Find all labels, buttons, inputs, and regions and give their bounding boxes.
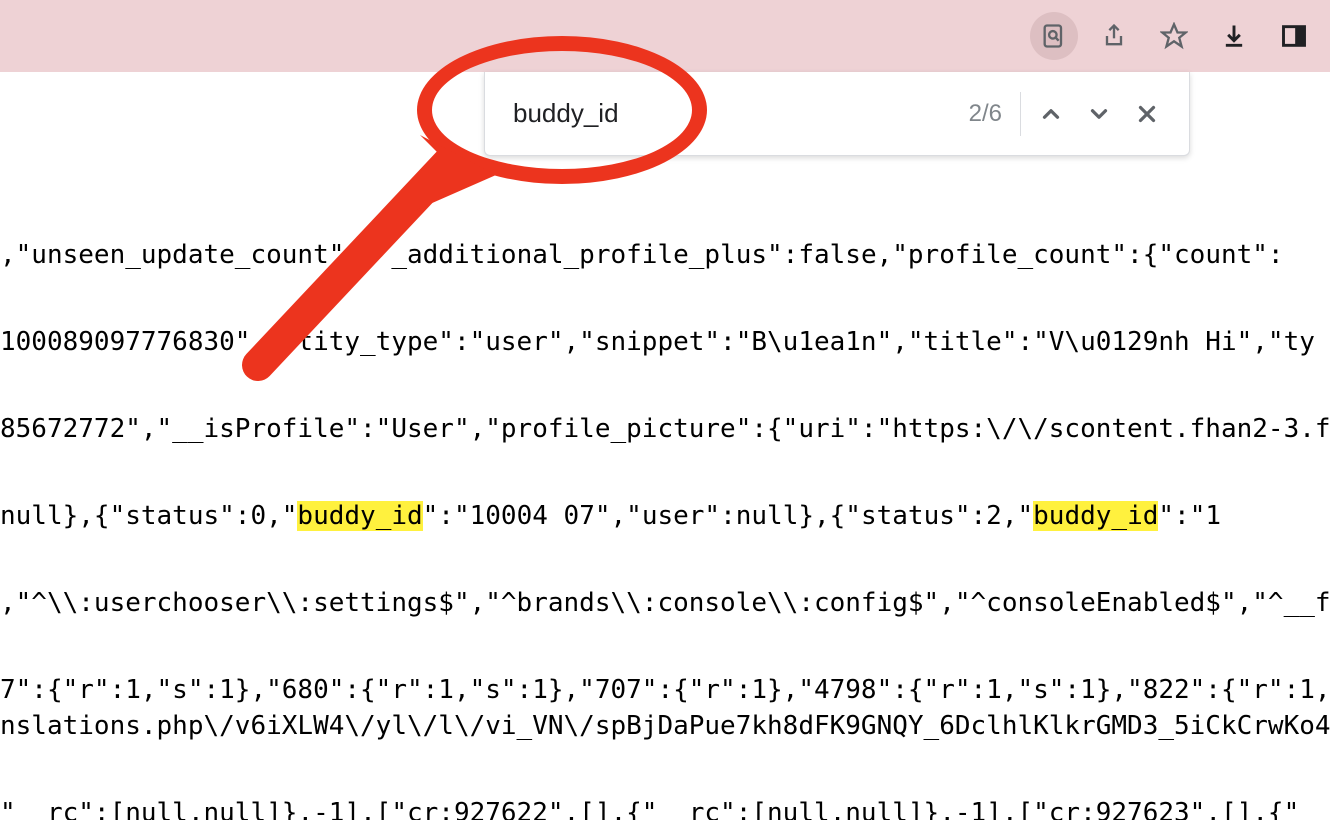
source-line: 85672772","__isProfile":"User","profile_… (0, 412, 1330, 447)
source-line: nslations.php\/v6iXLW4\/yl\/l\/vi_VN\/sp… (0, 709, 1330, 744)
download-icon[interactable] (1210, 12, 1258, 60)
find-match-highlight: buddy_id (297, 501, 422, 531)
page-source-content: ,"unseen_update_count":0 _additional_pro… (0, 72, 1330, 820)
source-line: 100089097776830"," tity_type":"user","sn… (0, 325, 1330, 360)
find-prev-button[interactable] (1027, 90, 1075, 138)
find-close-button[interactable] (1123, 90, 1171, 138)
find-match-highlight: buddy_id (1033, 501, 1158, 531)
divider (1020, 92, 1021, 136)
find-input[interactable] (503, 98, 969, 129)
find-match-count: 2/6 (969, 100, 1002, 128)
source-line: ,"^\\:userchooser\\:settings$","^brands\… (0, 586, 1330, 621)
find-next-button[interactable] (1075, 90, 1123, 138)
bookmark-star-icon[interactable] (1150, 12, 1198, 60)
find-in-page-bar: 2/6 (484, 72, 1190, 156)
browser-toolbar (0, 0, 1330, 72)
source-line: null},{"status":0,"buddy_id":"10004 07",… (0, 499, 1330, 534)
source-line: "__rc":[null,null]},-1],["cr:927622",[],… (0, 796, 1330, 820)
search-page-icon[interactable] (1030, 12, 1078, 60)
source-line: 7":{"r":1,"s":1},"680":{"r":1,"s":1},"70… (0, 673, 1330, 708)
source-line: ,"unseen_update_count":0 _additional_pro… (0, 238, 1330, 273)
panel-icon[interactable] (1270, 12, 1318, 60)
share-icon[interactable] (1090, 12, 1138, 60)
